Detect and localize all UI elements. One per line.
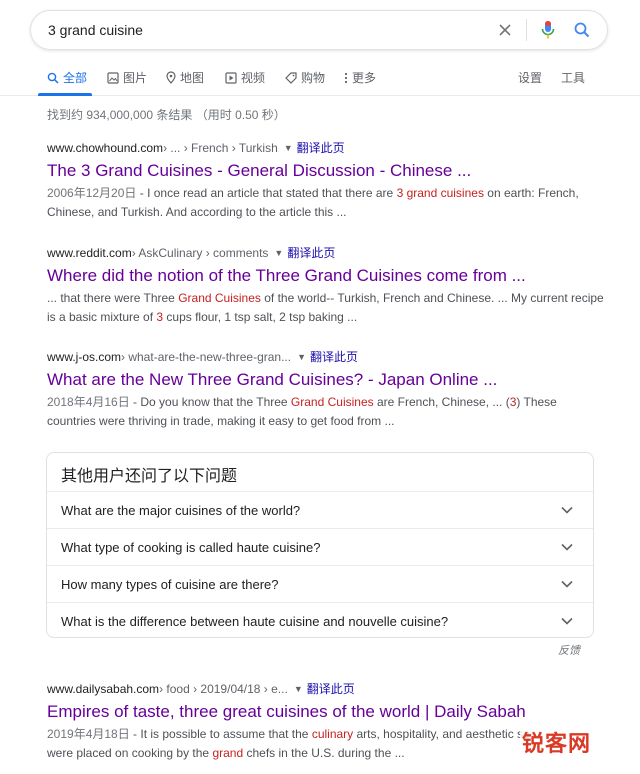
divider: [526, 19, 527, 41]
result-path: › AskCulinary › comments: [131, 245, 269, 260]
result-title[interactable]: What are the New Three Grand Cuisines? -…: [47, 369, 607, 391]
search-icon: [47, 72, 59, 84]
snippet-text: arts, hospitality, and aesthetic se: [353, 727, 530, 741]
result-cite: www.dailysabah.com › food › 2019/04/18 ›…: [47, 680, 607, 697]
paa-question[interactable]: What type of cooking is called haute cui…: [47, 528, 593, 565]
result-title[interactable]: Empires of taste, three great cuisines o…: [47, 701, 607, 723]
result-date: 2006年12月20日: [47, 186, 137, 200]
snippet-highlight: culinary: [311, 727, 354, 741]
result-domain: www.j-os.com: [47, 349, 122, 364]
tag-icon: [285, 71, 297, 84]
snippet-text: were placed on cooking by the: [47, 746, 213, 760]
tab-more[interactable]: 更多: [344, 69, 376, 86]
paa-question-text: How many types of cuisine are there?: [61, 576, 279, 592]
tab-maps[interactable]: 地图: [166, 69, 204, 86]
result-snippet: 2006年12月20日 - I once read an article tha…: [47, 184, 607, 222]
tab-label: 更多: [352, 71, 377, 85]
dropdown-arrow-icon[interactable]: ▼: [297, 352, 306, 362]
snippet-text: - I once read an article that stated tha…: [136, 186, 397, 200]
tab-images[interactable]: 图片: [107, 69, 147, 86]
chevron-down-icon: [561, 580, 573, 588]
result-cite: www.chowhound.com › ... › French › Turki…: [47, 139, 607, 156]
chevron-down-icon: [561, 543, 573, 551]
translate-link[interactable]: 翻译此页: [287, 244, 335, 261]
paa-question[interactable]: What are the major cuisines of the world…: [47, 491, 593, 528]
snippet-text: are French, Chinese, ... (: [373, 395, 510, 409]
translate-link[interactable]: 翻译此页: [297, 139, 345, 156]
result-path: › ... › French › Turkish: [163, 140, 278, 155]
tab-label: 地图: [180, 71, 205, 85]
snippet-text: - Do you know that the Three: [129, 395, 291, 409]
tab-label: 图片: [123, 71, 148, 85]
search-input[interactable]: 3 grand cuisine: [31, 22, 488, 38]
settings-link[interactable]: 设置: [518, 69, 542, 86]
result-path: › food › 2019/04/18 › e...: [159, 681, 288, 696]
result-cite: www.reddit.com › AskCulinary › comments …: [47, 244, 607, 261]
result-snippet: 2018年4月16日 - Do you know that the Three …: [47, 393, 607, 431]
snippet-text: - It is possible to assume that the: [129, 727, 312, 741]
chevron-down-icon: [561, 617, 573, 625]
result-date: 2018年4月16日: [47, 395, 130, 409]
microphone-icon[interactable]: [531, 11, 565, 49]
paa-question-text: What is the difference between haute cui…: [61, 613, 449, 629]
tab-shopping[interactable]: 购物: [285, 69, 325, 86]
dropdown-arrow-icon[interactable]: ▼: [284, 143, 293, 153]
result-stats: 找到约 934,000,000 条结果 （用时 0.50 秒）: [47, 108, 286, 122]
tab-videos[interactable]: 视频: [225, 69, 265, 86]
snippet-text: ... that there were Three: [47, 291, 179, 305]
search-result: www.j-os.com › what-are-the-new-three-gr…: [47, 348, 607, 431]
tab-label: 购物: [301, 71, 326, 85]
tab-all[interactable]: 全部: [47, 69, 87, 86]
chevron-down-icon: [561, 506, 573, 514]
result-snippet: ... that there were Three Grand Cuisines…: [47, 289, 607, 327]
map-pin-icon: [166, 71, 176, 84]
feedback-link[interactable]: 反馈: [558, 642, 580, 658]
dropdown-arrow-icon[interactable]: ▼: [274, 248, 283, 258]
active-tab-indicator: [38, 93, 92, 96]
clear-icon[interactable]: [488, 11, 522, 49]
paa-question[interactable]: How many types of cuisine are there?: [47, 565, 593, 602]
result-date: 2019年4月18日: [47, 727, 130, 741]
result-domain: www.reddit.com: [47, 245, 132, 260]
more-vert-icon: [344, 72, 348, 83]
search-result: www.chowhound.com › ... › French › Turki…: [47, 139, 607, 222]
snippet-highlight: Grand Cuisines: [178, 291, 261, 305]
translate-link[interactable]: 翻译此页: [310, 348, 358, 365]
tools-link[interactable]: 工具: [561, 69, 585, 86]
snippet-text: chefs in the U.S. during the ...: [243, 746, 405, 760]
result-cite: www.j-os.com › what-are-the-new-three-gr…: [47, 348, 607, 365]
translate-link[interactable]: 翻译此页: [307, 680, 355, 697]
snippet-text: cups flour, 1 tsp salt, 2 tsp baking ...: [163, 310, 358, 324]
search-bar: 3 grand cuisine: [30, 10, 608, 50]
result-title[interactable]: The 3 Grand Cuisines - General Discussio…: [47, 160, 607, 182]
result-title[interactable]: Where did the notion of the Three Grand …: [47, 265, 607, 287]
watermark-logo: 锐客网: [520, 726, 594, 758]
result-path: › what-are-the-new-three-gran...: [121, 349, 292, 364]
people-also-ask: 其他用户还问了以下问题 What are the major cuisines …: [46, 452, 594, 638]
search-icon[interactable]: [565, 11, 599, 49]
snippet-highlight: 3 grand cuisines: [396, 186, 484, 200]
snippet-highlight: grand: [212, 746, 244, 760]
search-tabs: 全部 图片 地图 视频 购物 更多 设置 工具: [0, 62, 640, 96]
video-icon: [225, 71, 237, 84]
paa-question-text: What are the major cuisines of the world…: [61, 502, 301, 518]
paa-question-text: What type of cooking is called haute cui…: [61, 539, 321, 555]
search-result: www.reddit.com › AskCulinary › comments …: [47, 244, 607, 327]
dropdown-arrow-icon[interactable]: ▼: [294, 684, 303, 694]
tab-label: 视频: [241, 71, 266, 85]
result-domain: www.dailysabah.com: [47, 681, 160, 696]
snippet-highlight: Grand Cuisines: [290, 395, 374, 409]
image-icon: [107, 71, 119, 84]
paa-title: 其他用户还问了以下问题: [61, 468, 238, 485]
result-domain: www.chowhound.com: [47, 140, 164, 155]
paa-question[interactable]: What is the difference between haute cui…: [47, 602, 593, 639]
tab-label: 全部: [63, 71, 88, 85]
